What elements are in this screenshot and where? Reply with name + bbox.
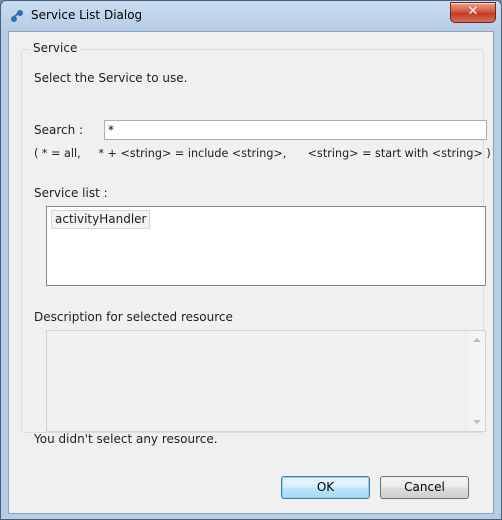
dialog-body: Select the Service to use. Search : ( * … xyxy=(8,31,494,514)
description-textarea[interactable] xyxy=(46,330,486,432)
search-input[interactable] xyxy=(104,120,487,140)
close-button[interactable]: ✕ xyxy=(450,2,496,23)
window-title: Service List Dialog xyxy=(31,8,143,22)
close-icon: ✕ xyxy=(467,4,479,19)
service-group: Select the Service to use. Search : ( * … xyxy=(21,49,491,433)
search-hint: ( * = all, * + <string> = include <strin… xyxy=(34,147,491,160)
instruction-text: Select the Service to use. xyxy=(34,71,188,85)
title-bar[interactable]: Service List Dialog ✕ xyxy=(1,1,501,31)
scroll-up-icon[interactable] xyxy=(473,338,481,342)
status-message: You didn't select any resource. xyxy=(34,432,218,446)
search-label: Search : xyxy=(34,123,84,137)
ok-button[interactable]: OK xyxy=(281,476,370,499)
service-list-dialog: Service List Dialog ✕ Select the Service… xyxy=(0,0,502,520)
service-list[interactable]: activityHandler xyxy=(46,206,486,286)
scroll-down-icon[interactable] xyxy=(473,420,481,424)
app-icon xyxy=(11,10,23,22)
list-item[interactable]: activityHandler xyxy=(51,210,151,229)
description-label: Description for selected resource xyxy=(34,310,233,324)
service-list-label: Service list : xyxy=(34,186,108,200)
group-title: Service xyxy=(30,41,81,55)
vertical-scrollbar[interactable] xyxy=(469,331,485,431)
cancel-button[interactable]: Cancel xyxy=(380,476,469,499)
